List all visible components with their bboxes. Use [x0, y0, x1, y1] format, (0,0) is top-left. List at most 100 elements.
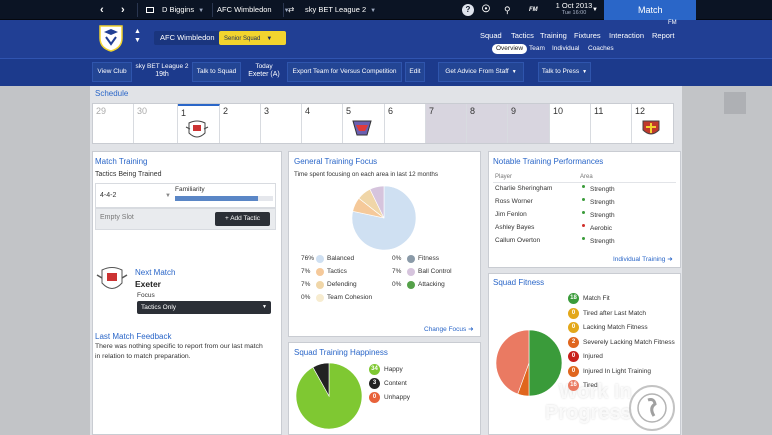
edit-button[interactable]: Edit: [405, 62, 425, 82]
add-tactic-button[interactable]: + Add Tactic: [215, 212, 270, 226]
globe-icon[interactable]: ☉: [480, 4, 492, 16]
chevron-down-icon: ▼: [582, 69, 588, 75]
change-focus-link[interactable]: Change Focus ➜: [424, 325, 474, 333]
last-feedback-text: in relation to match preparation.: [95, 353, 191, 360]
league-menu[interactable]: sky BET League 2 ▼: [305, 0, 376, 20]
status-dot: [582, 211, 585, 214]
club-menu[interactable]: AFC Wimbledon ▼: [217, 0, 290, 20]
talk-to-squad-button[interactable]: Talk to Squad: [192, 62, 241, 82]
header-nav-arrows[interactable]: ▲ ▼: [134, 27, 141, 45]
focus-dropdown[interactable]: Tactics Only ▼: [137, 301, 271, 314]
talk-to-press-button[interactable]: Talk to Press ▼: [538, 62, 591, 82]
focus-label: Attacking: [418, 281, 445, 288]
back-icon[interactable]: ‹: [100, 0, 104, 20]
focus-pct: 7%: [301, 268, 311, 275]
focus-color-dot: [316, 255, 324, 263]
player-name: Callum Overton: [495, 237, 541, 244]
player-name: Charlie Sheringham: [495, 185, 553, 192]
fitness-count: 0: [568, 351, 579, 362]
tab-individual[interactable]: Individual: [548, 44, 583, 54]
status-dot: [582, 237, 585, 240]
search-icon[interactable]: ⚲: [504, 0, 511, 20]
fitness-label: Severely Lacking Match Fitness: [583, 338, 675, 346]
wip-seal-icon: [629, 385, 675, 431]
slot-chevron-icon: ▼: [165, 193, 171, 199]
swap-icon[interactable]: ⇄: [288, 0, 294, 20]
exeter-crest-icon: [185, 120, 209, 138]
menu-interaction[interactable]: Interaction: [609, 31, 644, 40]
focus-pct: 7%: [392, 268, 402, 275]
general-focus-title: General Training Focus: [294, 157, 378, 166]
tab-overview[interactable]: Overview: [492, 44, 528, 54]
training-area: Aerobic: [590, 225, 613, 232]
day-cell[interactable]: 9: [508, 104, 550, 143]
club-pill[interactable]: AFC Wimbledon: [154, 31, 221, 45]
happiness-label: Happy: [384, 366, 403, 373]
last-feedback-text: There was nothing specific to report fro…: [95, 343, 263, 350]
focus-color-dot: [316, 294, 324, 302]
view-club-button[interactable]: View Club: [92, 62, 132, 82]
fitness-label: Injured In Light Training: [583, 367, 651, 375]
day-cell[interactable]: 6: [385, 104, 426, 143]
squad-pill[interactable]: Senior Squad ▼: [219, 31, 286, 45]
col-player: Player: [495, 174, 513, 180]
player-name: Ashley Bayes: [495, 224, 535, 231]
next-match-title: Next Match: [135, 268, 176, 277]
match-button[interactable]: Match: [604, 0, 696, 20]
day-cell-today[interactable]: 1: [178, 104, 220, 143]
fm-icon[interactable]: FM: [529, 0, 538, 20]
forward-icon[interactable]: ›: [121, 0, 125, 20]
happiness-count: 0: [369, 392, 380, 403]
day-cell[interactable]: 12: [632, 104, 673, 143]
help-icon[interactable]: ?: [462, 4, 474, 16]
general-focus-subtitle: Time spent focusing on each area in last…: [294, 171, 438, 178]
focus-label: Defending: [327, 281, 357, 288]
status-dot: [582, 185, 585, 188]
menu-fixtures[interactable]: Fixtures: [574, 31, 601, 40]
day-cell[interactable]: 8: [467, 104, 508, 143]
focus-color-dot: [407, 281, 415, 289]
focus-pct: 0%: [301, 294, 311, 301]
day-cell[interactable]: 29: [93, 104, 134, 143]
chevron-down-icon: ▼: [262, 304, 267, 310]
date-chevron-icon[interactable]: ▼: [592, 0, 598, 20]
today-fixture[interactable]: Today Exeter (A): [244, 62, 284, 82]
fitness-label: Tired after Last Match: [583, 309, 646, 317]
menu-squad[interactable]: Squad: [480, 31, 502, 40]
training-area: Strength: [590, 238, 615, 245]
menu-report[interactable]: Report: [652, 31, 675, 40]
day-cell[interactable]: 4: [302, 104, 343, 143]
fitness-label: Lacking Match Fitness: [583, 324, 648, 331]
opponent-crest-icon: [352, 120, 372, 136]
tab-coaches[interactable]: Coaches: [584, 44, 618, 54]
fitness-count: 0: [568, 307, 579, 319]
get-advice-button[interactable]: Get Advice From Staff ▼: [438, 62, 524, 82]
familiarity-label: Familiarity: [175, 186, 205, 193]
divider: [493, 182, 676, 183]
opponent-crest-icon: [642, 120, 660, 135]
day-cell[interactable]: 10: [550, 104, 591, 143]
day-cell[interactable]: 7: [426, 104, 467, 143]
day-cell[interactable]: 5: [343, 104, 385, 143]
tab-team[interactable]: Team: [525, 44, 549, 54]
day-cell[interactable]: 11: [591, 104, 632, 143]
menu-tactics[interactable]: Tactics: [511, 31, 534, 40]
menu-training[interactable]: Training: [540, 31, 567, 40]
familiarity-fill: [175, 196, 259, 201]
fitness-label: Tired: [583, 382, 598, 389]
side-widget-icon: [724, 92, 746, 114]
day-cell[interactable]: 30: [134, 104, 178, 143]
day-cell[interactable]: 3: [261, 104, 302, 143]
last-feedback-title: Last Match Feedback: [95, 332, 172, 341]
day-cell[interactable]: 2: [220, 104, 261, 143]
familiarity-bar: [175, 196, 273, 201]
next-opponent: Exeter: [135, 279, 161, 289]
training-area: Strength: [590, 212, 615, 219]
focus-color-dot: [407, 268, 415, 276]
league-position[interactable]: sky BET League 2 19th: [135, 62, 189, 82]
export-team-button[interactable]: Export Team for Versus Competition: [287, 62, 402, 82]
manager-menu[interactable]: D Biggins ▼: [146, 0, 204, 20]
arrow-right-icon: ➜: [667, 256, 673, 263]
squad-chevron-icon: ▼: [266, 36, 273, 42]
individual-training-link[interactable]: Individual Training ➜: [613, 255, 673, 263]
